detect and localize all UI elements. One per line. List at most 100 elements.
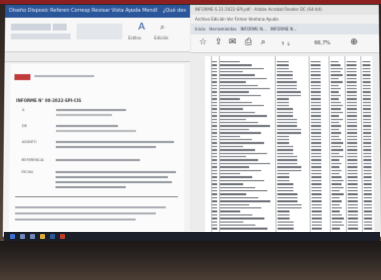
table-cell	[220, 135, 241, 138]
table-cell	[310, 64, 321, 66]
upload-icon[interactable]: ⇪	[215, 37, 223, 47]
table-cell	[331, 128, 340, 131]
zoom-level[interactable]: 66,7%	[314, 40, 330, 46]
table-cell	[220, 179, 265, 182]
table-cell	[311, 197, 322, 199]
table-cell	[331, 159, 340, 161]
font-name-box[interactable]	[10, 23, 51, 31]
styles-icon[interactable]: A	[138, 22, 145, 33]
table-cell	[212, 166, 218, 168]
table-cell	[346, 81, 357, 83]
taskbar-app-icon[interactable]	[30, 234, 35, 239]
table-cell	[331, 176, 342, 179]
table-cell	[219, 77, 267, 80]
search-icon[interactable]: ⌕	[261, 37, 266, 47]
mail-icon[interactable]: ✉	[229, 37, 237, 47]
acrobat-icon[interactable]	[60, 234, 65, 239]
table-cell	[347, 166, 358, 168]
word-search-label[interactable]: ¿Qué des	[163, 8, 186, 14]
table-cell	[346, 88, 357, 90]
table-cell	[211, 118, 218, 121]
tab-informe-1[interactable]: INFORME N...	[240, 27, 266, 32]
table-cell	[220, 125, 271, 127]
pdf-tab-strip[interactable]: Inicio Herramientas INFORME N... INFORME…	[191, 23, 380, 35]
font-size-box[interactable]	[52, 23, 67, 31]
table-cell	[220, 145, 244, 148]
table-cell	[331, 121, 340, 124]
zoom-icon[interactable]: ⊕	[350, 37, 358, 47]
table-cell	[277, 214, 290, 216]
table-cell	[277, 128, 302, 131]
tab-informe-2[interactable]: INFORME N...	[270, 27, 296, 32]
table-cell	[211, 101, 217, 104]
table-cell	[363, 159, 372, 161]
table-cell	[331, 162, 342, 165]
table-cell	[362, 98, 371, 100]
table-cell	[277, 221, 294, 223]
table-cell	[347, 149, 358, 151]
table-cell	[347, 214, 358, 216]
word-menu-bar[interactable]: Diseño Disposic Referen Corresp Revisar …	[5, 4, 191, 18]
table-cell	[219, 105, 264, 107]
taskbar	[4, 232, 380, 241]
table-cell	[220, 227, 268, 230]
print-icon[interactable]: ⎙	[245, 37, 252, 47]
table-cell	[347, 159, 358, 161]
table-cell	[331, 221, 342, 223]
table-cell	[277, 203, 302, 206]
table-cell	[310, 118, 322, 121]
table-cell	[310, 88, 321, 90]
table-cell	[363, 214, 372, 216]
start-icon[interactable]	[10, 234, 15, 239]
format-buttons[interactable]	[10, 33, 71, 40]
laptop-bezel-bottom	[0, 241, 381, 280]
table-cell	[277, 197, 298, 199]
star-icon[interactable]: ☆	[199, 37, 207, 47]
pdf-window: INFORME-S 21-2022-SPI.pdf - Adobe Acroba…	[190, 4, 381, 237]
table-cell	[330, 115, 339, 117]
table-cell	[220, 169, 262, 172]
table-cell	[212, 162, 218, 165]
table-cell	[276, 101, 289, 104]
table-cell	[211, 105, 217, 107]
taskbar-app-icon[interactable]	[20, 234, 25, 239]
table-cell	[330, 67, 343, 70]
styles-label: Estilos	[128, 35, 142, 41]
table-cell	[362, 61, 371, 63]
tab-herramientas[interactable]: Herramientas	[209, 27, 236, 32]
table-cell	[347, 197, 358, 199]
table-cell	[347, 217, 358, 220]
table-cell	[220, 166, 250, 168]
table-cell	[347, 179, 358, 182]
table-cell	[331, 224, 344, 227]
table-cell	[363, 142, 372, 144]
table-cell	[331, 197, 340, 199]
table-cell	[347, 207, 358, 209]
table-cell	[276, 105, 289, 107]
table-cell	[331, 183, 342, 185]
folder-icon[interactable]	[40, 234, 45, 239]
table-cell	[310, 108, 321, 110]
table-cell	[212, 125, 218, 127]
table-cell	[331, 214, 342, 216]
table-cell	[363, 169, 372, 172]
paragraph-group[interactable]	[76, 23, 123, 40]
word-icon[interactable]	[50, 234, 55, 239]
table-cell	[310, 98, 321, 100]
table-cell	[362, 64, 371, 66]
pdf-menu-bar[interactable]: Archivo Edición Ver Firmar Ventana Ayuda	[191, 14, 379, 24]
table-cell	[347, 193, 358, 196]
table-cell	[212, 159, 218, 161]
table-cell	[363, 162, 372, 165]
table-cell	[212, 200, 218, 203]
table-cell	[363, 193, 372, 196]
table-cell	[363, 145, 372, 148]
table-cell	[362, 81, 371, 83]
table-cell	[212, 197, 218, 199]
ruler	[4, 51, 191, 62]
table-cell	[364, 224, 373, 227]
table-cell	[219, 74, 255, 77]
page-nav[interactable]: ↑ ↓	[281, 40, 291, 49]
tab-inicio[interactable]: Inicio	[195, 27, 206, 32]
edit-icon[interactable]: ⌕	[160, 23, 164, 33]
